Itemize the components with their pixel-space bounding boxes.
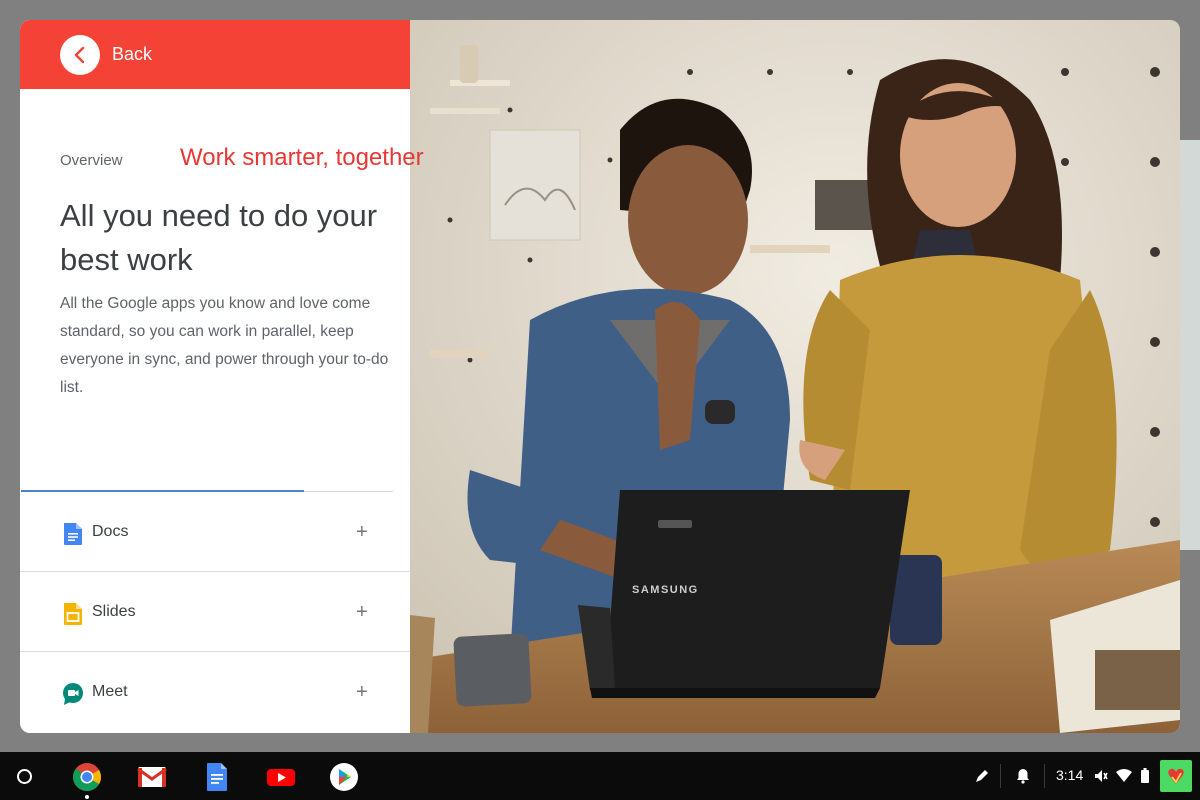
app-name: Slides bbox=[92, 603, 136, 620]
app-name: Meet bbox=[92, 683, 128, 700]
plus-icon[interactable]: + bbox=[356, 682, 368, 702]
chrome-icon[interactable] bbox=[72, 762, 102, 792]
back-button[interactable]: Back bbox=[60, 34, 152, 75]
info-panel: Back Overview All you need to do your be… bbox=[20, 20, 410, 733]
google-docs-icon bbox=[64, 523, 82, 545]
app-row-slides[interactable]: Slides + bbox=[20, 572, 410, 652]
google-slides-icon bbox=[64, 603, 82, 625]
stylus-icon[interactable] bbox=[973, 767, 991, 785]
gmail-icon[interactable] bbox=[137, 762, 167, 792]
volume-muted-icon[interactable] bbox=[1094, 769, 1108, 783]
tray-separator bbox=[1000, 764, 1001, 788]
back-circle[interactable] bbox=[60, 34, 100, 75]
profile-avatar[interactable] bbox=[1160, 760, 1192, 792]
chevron-left-icon bbox=[74, 46, 85, 63]
running-indicator bbox=[85, 795, 89, 799]
plus-icon[interactable]: + bbox=[356, 602, 368, 622]
back-label[interactable]: Back bbox=[112, 44, 152, 65]
phone bbox=[453, 633, 532, 707]
battery-icon[interactable] bbox=[1141, 768, 1149, 783]
tray-separator bbox=[1044, 764, 1045, 788]
background-window-edge bbox=[1180, 140, 1200, 550]
header-bar: Back bbox=[20, 20, 410, 89]
play-store-icon[interactable] bbox=[329, 762, 359, 792]
app-window: Back Overview All you need to do your be… bbox=[20, 20, 1180, 733]
app-name: Docs bbox=[92, 523, 129, 540]
launcher-icon[interactable] bbox=[17, 769, 32, 784]
section-label: Overview bbox=[60, 152, 123, 169]
overlay-title: Work smarter, together bbox=[180, 144, 424, 171]
google-meet-icon bbox=[63, 683, 83, 705]
wifi-icon[interactable] bbox=[1116, 769, 1132, 783]
hero-photo: SAMSUNG bbox=[410, 20, 1180, 733]
laptop-brand-label: SAMSUNG bbox=[632, 584, 699, 596]
shelf: 3:14 bbox=[0, 752, 1200, 800]
account-icon bbox=[1168, 768, 1184, 784]
notification-bell-icon[interactable] bbox=[1015, 768, 1031, 784]
app-row-meet[interactable]: Meet + bbox=[20, 652, 410, 732]
clock[interactable]: 3:14 bbox=[1056, 767, 1083, 783]
app-row-docs[interactable]: Docs + bbox=[20, 492, 410, 572]
docs-icon[interactable] bbox=[202, 762, 232, 792]
page-description: All the Google apps you know and love co… bbox=[60, 295, 389, 396]
youtube-icon[interactable] bbox=[266, 762, 296, 792]
page-headline: All you need to do your best work bbox=[60, 198, 378, 277]
laptop: SAMSUNG bbox=[578, 490, 910, 698]
plus-icon[interactable]: + bbox=[356, 522, 368, 542]
